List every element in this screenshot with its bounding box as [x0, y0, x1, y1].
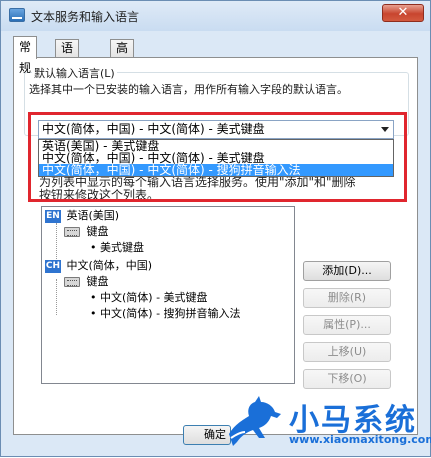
- language-ch-icon: CH: [45, 259, 61, 273]
- move-down-button[interactable]: 下移(O): [303, 369, 391, 389]
- tree-node-language-en[interactable]: EN 英语(美国): [45, 209, 119, 223]
- tree-item-label: 美式键盘: [100, 241, 144, 254]
- tab-advanced-key-settings[interactable]: 高级键设置: [110, 39, 135, 123]
- installed-services-tree[interactable]: EN 英语(美国) 键盘 • 美式键盘 CH 中文(简体，中国) 键盘 • 中文…: [41, 206, 295, 384]
- default-input-description: 选择其中一个已安装的输入语言，用作所有输入字段的默认语言。: [29, 83, 348, 96]
- horse-logo-icon: [229, 396, 281, 446]
- tree-node-keyboard-group[interactable]: 键盘: [64, 225, 109, 239]
- bullet-icon: •: [90, 241, 100, 254]
- tree-item-label: 中文(简体) - 搜狗拼音输入法: [100, 307, 241, 320]
- add-button[interactable]: 添加(D)...: [303, 261, 391, 281]
- remove-button[interactable]: 删除(R): [303, 288, 391, 308]
- default-input-combobox[interactable]: 中文(简体，中国) - 中文(简体) - 美式键盘: [38, 120, 394, 139]
- keyboard-icon: [64, 277, 80, 287]
- tree-node-language-ch[interactable]: CH 中文(简体，中国): [45, 259, 152, 273]
- tab-language-bar[interactable]: 语言栏: [55, 39, 80, 89]
- tree-group-label: 键盘: [86, 225, 109, 238]
- tree-item-label: 中文(简体) - 美式键盘: [100, 291, 208, 304]
- bullet-icon: •: [90, 291, 100, 304]
- tree-node-keyboard-item[interactable]: • 美式键盘: [90, 241, 144, 255]
- dialog-window: 文本服务和输入语言 ✕ 常规 语言栏 高级键设置 默认输入语言(L) 选择其中一…: [0, 0, 431, 457]
- language-en-icon: EN: [45, 209, 61, 223]
- tree-language-name: 中文(简体，中国): [66, 259, 153, 272]
- keyboard-app-icon: [9, 8, 25, 22]
- dropdown-arrow-icon[interactable]: [381, 127, 389, 132]
- properties-button[interactable]: 属性(P)...: [303, 315, 391, 335]
- tree-node-keyboard-item[interactable]: • 中文(简体) - 搜狗拼音输入法: [90, 307, 241, 321]
- tab-general[interactable]: 常规: [13, 36, 38, 75]
- title-bar[interactable]: 文本服务和输入语言 ✕: [1, 1, 430, 31]
- site-watermark: 小马系统 www.xiaomaxitong.com: [223, 389, 431, 458]
- keyboard-icon: [64, 227, 80, 237]
- move-up-button[interactable]: 上移(U): [303, 342, 391, 362]
- dropdown-option-en-us-keyboard[interactable]: 英语(美国) - 美式键盘: [39, 140, 393, 152]
- installed-services-line-2: 按钮来修改这个列表。: [39, 188, 160, 202]
- default-input-legend: 默认输入语言(L): [32, 65, 117, 81]
- dropdown-option-zh-us-keyboard[interactable]: 中文(简体，中国) - 中文(简体) - 美式键盘: [39, 152, 393, 164]
- default-input-dropdown-list: 英语(美国) - 美式键盘 中文(简体，中国) - 中文(简体) - 美式键盘 …: [38, 139, 394, 177]
- watermark-url-text: www.xiaomaxitong.com: [289, 433, 431, 446]
- window-title: 文本服务和输入语言: [31, 10, 140, 24]
- tree-connector: [56, 223, 57, 259]
- tree-node-keyboard-group[interactable]: 键盘: [64, 275, 109, 289]
- tree-node-keyboard-item[interactable]: • 中文(简体) - 美式键盘: [90, 291, 208, 305]
- combobox-selected-value: 中文(简体，中国) - 中文(简体) - 美式键盘: [42, 122, 265, 136]
- tree-group-label: 键盘: [86, 275, 109, 288]
- tree-connector: [56, 279, 57, 315]
- dropdown-option-zh-sogou-pinyin[interactable]: 中文(简体，中国) - 中文(简体) - 搜狗拼音输入法: [39, 164, 393, 176]
- close-button[interactable]: ✕: [382, 4, 424, 22]
- bullet-icon: •: [90, 307, 100, 320]
- tree-language-name: 英语(美国): [66, 209, 120, 222]
- installed-services-description: 为列表中显示的每个输入语言选择服务。使用"添加"和"删除 按钮来修改这个列表。: [39, 176, 399, 202]
